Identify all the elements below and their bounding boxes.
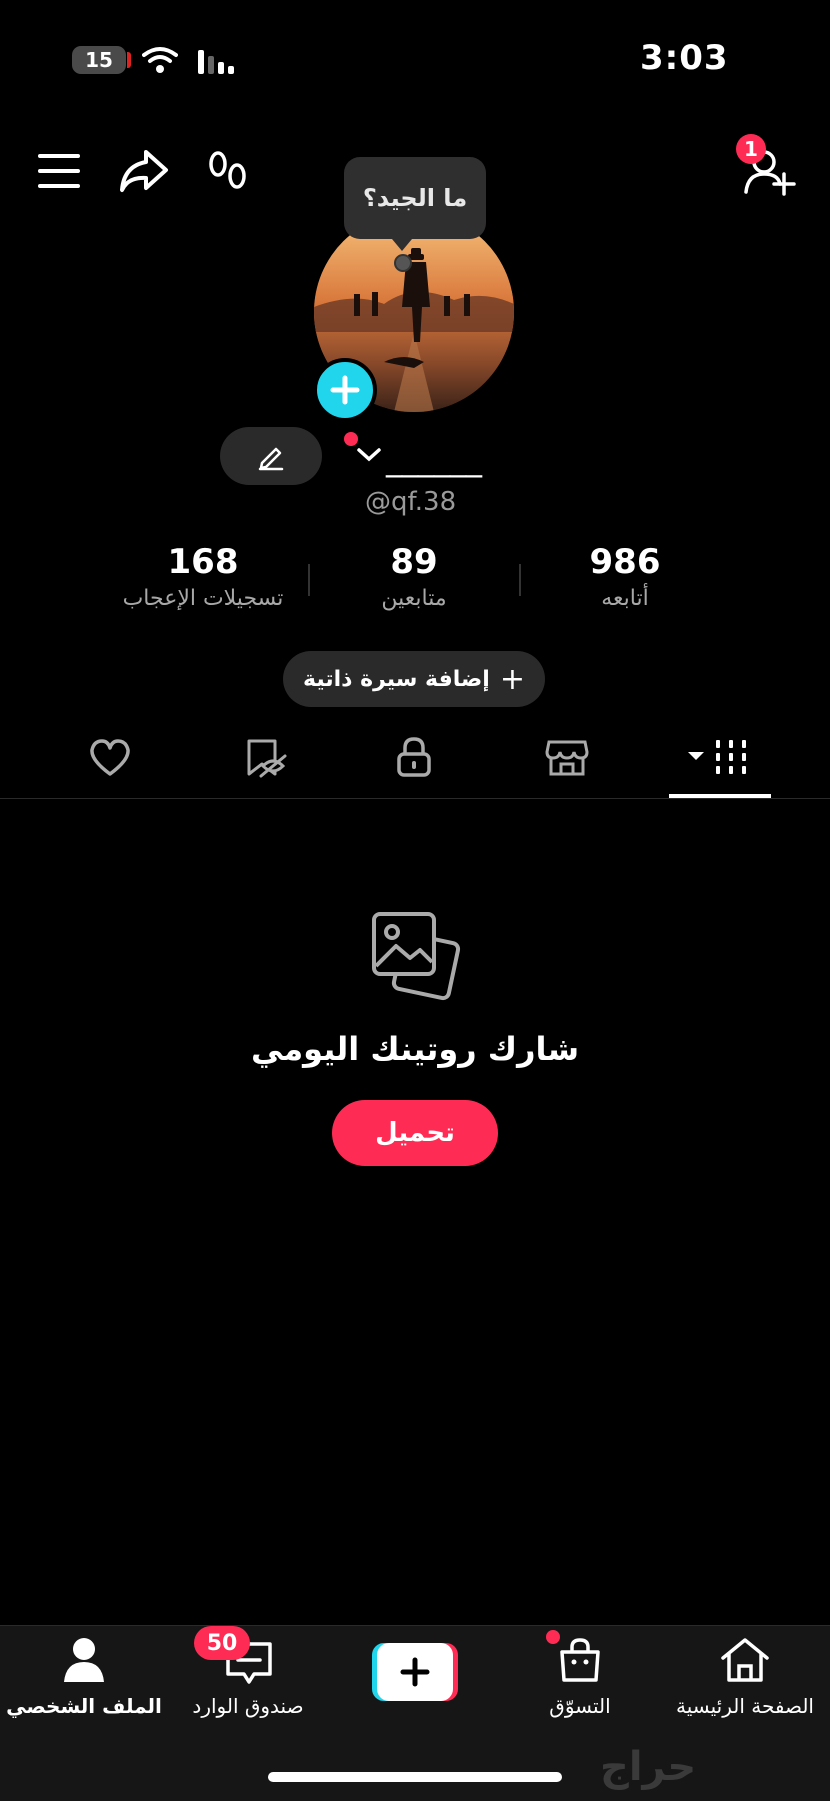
bio-label: إضافة سيرة ذاتية [303,666,490,692]
followers-count: 89 [390,542,438,582]
likes-label: تسجيلات الإعجاب [122,586,284,611]
nav-home-label[interactable]: الصفحة الرئيسية [655,1694,830,1718]
inbox-badge: 50 [194,1626,250,1660]
add-bio-button[interactable]: إضافة سيرة ذاتية + [283,651,545,707]
lock-icon[interactable] [396,736,432,778]
tabs-divider [0,798,830,799]
nav-profile-label[interactable]: الملف الشخصي [0,1694,174,1718]
upload-button[interactable]: تحميل [332,1100,498,1166]
following-stat[interactable]: 986 أتابعه [525,542,725,611]
nav-shop-label[interactable]: التسوّق [490,1694,670,1718]
notification-dot [344,432,358,446]
plus-icon [330,375,360,405]
share-icon[interactable] [118,148,170,194]
stats-divider [519,564,521,596]
home-indicator [268,1772,562,1782]
following-count: 986 [589,542,661,582]
battery-icon: 15 [72,46,131,74]
photos-icon [370,910,462,1002]
stats-divider [308,564,310,596]
tooltip-anchor-dot [394,254,412,272]
heart-icon[interactable] [88,738,132,778]
empty-state-title: شارك روتينك اليومي [250,1030,580,1068]
shopping-bag-icon[interactable] [556,1636,604,1684]
edit-profile-button[interactable] [220,427,322,485]
tooltip-bubble: ما الجيد؟ [344,157,486,251]
menu-icon[interactable] [38,154,80,188]
plus-icon [400,1657,430,1687]
nav-inbox-label[interactable]: صندوق الوارد [158,1694,338,1718]
saved-hidden-icon[interactable] [245,738,287,778]
following-label: أتابعه [601,586,649,611]
followers-stat[interactable]: 89 متابعين [314,542,514,611]
likes-count: 168 [167,542,239,582]
likes-stat[interactable]: 168 تسجيلات الإعجاب [103,542,303,611]
shop-notification-dot [546,1630,560,1644]
signal-icon [196,50,236,74]
footprints-icon[interactable] [206,150,250,194]
username[interactable]: ______ [386,440,482,478]
chevron-down-icon[interactable] [356,446,382,464]
user-handle: @qf.38 [365,487,457,517]
home-icon[interactable] [719,1636,771,1684]
friends-badge: 1 [736,134,766,164]
plus-icon: + [499,661,525,697]
watermark-logo: حراج [600,1744,697,1790]
shop-tab-icon[interactable] [545,738,589,778]
tab-videos[interactable] [688,738,752,778]
create-button[interactable] [372,1643,458,1701]
wifi-icon [142,46,178,74]
followers-label: متابعين [381,586,447,611]
profile-icon[interactable] [62,1636,106,1684]
status-time: 3:03 [640,38,729,78]
add-avatar-button[interactable] [313,358,377,422]
pencil-icon [258,447,284,471]
